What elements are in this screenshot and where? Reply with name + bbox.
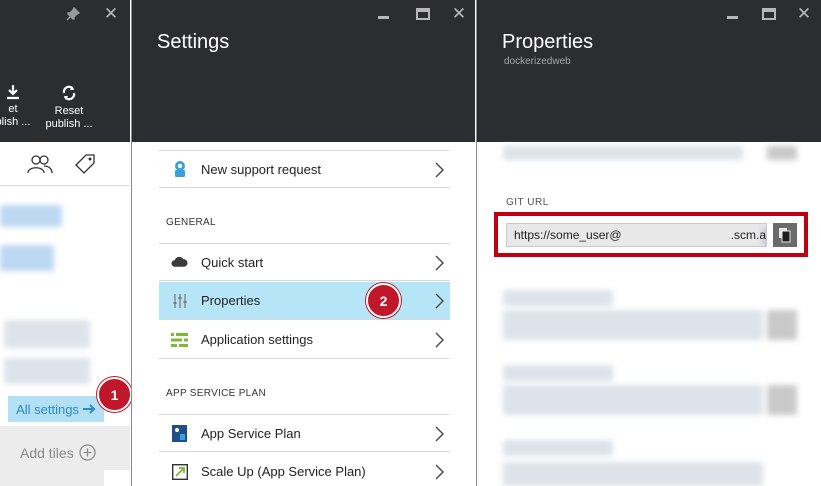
pin-icon[interactable] (64, 6, 82, 22)
settings-item-application-settings[interactable]: Application settings (159, 321, 450, 359)
redacted-field (503, 462, 763, 486)
command-label: Reset (54, 105, 84, 117)
minimize-icon (377, 15, 389, 19)
minimize-icon (726, 15, 738, 19)
command-label: et (8, 103, 18, 115)
left-toolbar (0, 142, 130, 186)
highlight-frame (494, 212, 808, 257)
page-subtitle: dockerizedweb (504, 56, 571, 67)
settings-blade: Settings ✕ New support request GENERAL Q… (131, 0, 475, 486)
step-badge-2: 2 (366, 283, 401, 318)
app-service-plan-icon (171, 424, 188, 442)
all-settings-link[interactable]: All settings (8, 396, 104, 422)
maximize-icon (416, 8, 430, 20)
properties-blade: Properties dockerizedweb ✕ GIT URL https… (476, 0, 821, 486)
settings-item-label: Application settings (201, 332, 314, 347)
app-settings-icon (171, 331, 188, 348)
page-title: Settings (157, 31, 230, 53)
close-button[interactable]: ✕ (795, 4, 813, 23)
redacted-link (0, 245, 54, 271)
properties-blade-header: Properties dockerizedweb ✕ (477, 0, 821, 142)
settings-item-label: Properties (201, 293, 261, 308)
chevron-right-icon (435, 293, 444, 312)
support-icon (171, 161, 188, 178)
settings-item-label: New support request (201, 161, 321, 177)
close-button[interactable]: ✕ (102, 4, 120, 23)
maximize-button[interactable] (414, 6, 432, 22)
left-blade: ✕ et blish ... Reset publish ... All set… (0, 0, 130, 486)
scroll-area (104, 470, 130, 486)
add-tiles-button[interactable]: Add tiles (20, 444, 96, 461)
command-label: blish ... (0, 116, 31, 128)
minimize-button[interactable] (374, 6, 392, 22)
settings-item-quick-start[interactable]: Quick start (159, 243, 450, 281)
section-heading-general: GENERAL (166, 217, 216, 228)
step-badge-1: 1 (97, 377, 132, 412)
cloud-icon (171, 254, 188, 271)
redacted-field (503, 385, 763, 415)
settings-item-properties[interactable]: Properties (159, 282, 450, 320)
section-heading-app-service-plan: APP SERVICE PLAN (166, 388, 267, 399)
redacted-text (4, 320, 90, 348)
chevron-right-icon (435, 255, 444, 274)
plus-circle-icon (79, 444, 96, 461)
redacted-text (4, 358, 90, 384)
close-button[interactable]: ✕ (450, 4, 468, 23)
page-title: Properties (502, 31, 594, 53)
redacted-link (0, 205, 62, 227)
settings-item-label: App Service Plan (201, 425, 301, 441)
close-icon: ✕ (451, 4, 467, 23)
command-label: publish ... (45, 118, 93, 130)
maximize-icon (762, 8, 776, 20)
tag-icon[interactable] (73, 152, 97, 181)
settings-item-label: Quick start (201, 254, 264, 270)
properties-icon (171, 292, 188, 309)
all-settings-label: All settings (16, 401, 79, 417)
redacted-copy-button (767, 310, 797, 340)
redacted-label (503, 365, 613, 381)
reset-publish-command[interactable]: Reset publish ... (44, 84, 94, 131)
chevron-right-icon (435, 332, 444, 351)
close-icon: ✕ (103, 4, 119, 23)
redeploy-command[interactable]: et blish ... (0, 84, 38, 129)
left-blade-header: ✕ et blish ... Reset publish ... (0, 0, 130, 142)
close-icon: ✕ (796, 4, 812, 23)
minimize-button[interactable] (723, 6, 741, 22)
settings-item-new-support-request[interactable]: New support request (159, 150, 450, 188)
git-url-label: GIT URL (506, 197, 549, 208)
add-tiles-label: Add tiles (20, 444, 74, 461)
redacted-field (503, 146, 743, 160)
chevron-right-icon (435, 426, 444, 445)
chevron-right-icon (435, 162, 444, 181)
arrow-right-icon (82, 404, 96, 414)
settings-blade-header: Settings ✕ (132, 0, 475, 142)
reset-icon (62, 85, 76, 101)
scale-up-icon (171, 463, 188, 480)
settings-item-label: Scale Up (App Service Plan) (201, 464, 366, 479)
settings-item-scale-up[interactable]: Scale Up (App Service Plan) (159, 453, 450, 486)
settings-item-app-service-plan[interactable]: App Service Plan (159, 414, 450, 452)
chevron-right-icon (435, 464, 444, 483)
users-icon[interactable] (27, 154, 53, 179)
maximize-button[interactable] (760, 6, 778, 22)
redacted-field (503, 310, 763, 340)
redacted-label (503, 440, 613, 456)
redacted-copy-button (767, 385, 797, 415)
redacted-label (503, 290, 613, 306)
download-icon (7, 85, 19, 100)
redacted-copy-button (767, 146, 797, 160)
